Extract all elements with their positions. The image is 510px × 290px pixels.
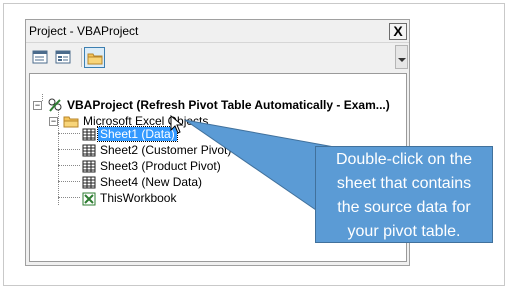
callout-pointer <box>184 119 341 211</box>
callout-line: the source data for <box>337 199 471 216</box>
callout-line: Double-click on the <box>335 151 473 168</box>
callout-box: Double-click on the sheet that contains … <box>315 146 493 243</box>
callout-line: your pivot table. <box>347 223 461 240</box>
callout-line: sheet that contains <box>336 175 472 192</box>
mouse-cursor-icon <box>170 115 184 134</box>
